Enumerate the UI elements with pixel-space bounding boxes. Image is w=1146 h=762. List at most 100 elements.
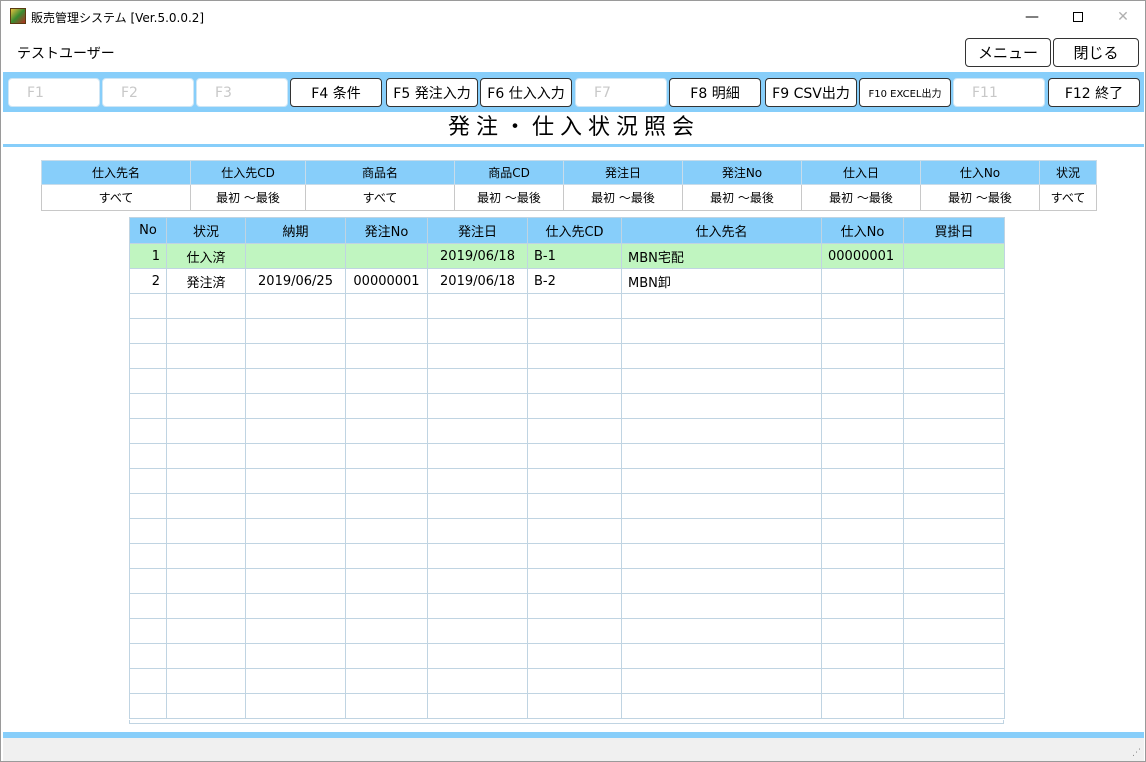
cell-due-date: [245, 243, 346, 269]
empty-row[interactable]: [129, 318, 1005, 344]
empty-cell: [245, 293, 346, 319]
f2-button[interactable]: F2: [102, 78, 194, 107]
column-header[interactable]: 仕入先CD: [527, 217, 622, 244]
empty-row[interactable]: [129, 343, 1005, 369]
empty-cell: [427, 593, 528, 619]
empty-row[interactable]: [129, 443, 1005, 469]
empty-row[interactable]: [129, 293, 1005, 319]
empty-cell: [166, 593, 246, 619]
filter-header: 仕入先CD: [190, 160, 306, 185]
column-header[interactable]: No: [129, 217, 167, 244]
f6-purchase-entry-button[interactable]: F6 仕入入力: [480, 78, 572, 107]
empty-cell: [245, 543, 346, 569]
empty-cell: [129, 343, 167, 369]
empty-cell: [527, 518, 622, 544]
column-header[interactable]: 買掛日: [903, 217, 1005, 244]
f10-excel-export-button[interactable]: F10 EXCEL出力: [859, 78, 951, 107]
filter-header: 仕入先名: [41, 160, 191, 185]
empty-cell: [427, 418, 528, 444]
f9-csv-export-button[interactable]: F9 CSV出力: [765, 78, 857, 107]
f4-conditions-button[interactable]: F4 条件: [290, 78, 382, 107]
empty-row[interactable]: [129, 693, 1005, 719]
resize-grip-icon[interactable]: ⋰: [1132, 748, 1141, 758]
empty-row[interactable]: [129, 568, 1005, 594]
empty-row[interactable]: [129, 543, 1005, 569]
column-header[interactable]: 仕入先名: [621, 217, 822, 244]
cell-due-date: 2019/06/25: [245, 268, 346, 294]
empty-cell: [129, 593, 167, 619]
empty-row[interactable]: [129, 593, 1005, 619]
empty-cell: [166, 443, 246, 469]
empty-cell: [166, 693, 246, 719]
f11-button[interactable]: F11: [953, 78, 1045, 107]
empty-cell: [129, 368, 167, 394]
empty-cell: [427, 293, 528, 319]
empty-cell: [621, 368, 822, 394]
maximize-button[interactable]: [1055, 1, 1101, 32]
column-header[interactable]: 発注日: [427, 217, 528, 244]
empty-row[interactable]: [129, 393, 1005, 419]
empty-cell: [621, 668, 822, 694]
empty-cell: [245, 318, 346, 344]
filter-header: 状況: [1039, 160, 1097, 185]
filter-value: 最初 ～最後: [801, 184, 921, 211]
f1-button[interactable]: F1: [8, 78, 100, 107]
column-header[interactable]: 納期: [245, 217, 346, 244]
maximize-icon: [1073, 11, 1083, 22]
empty-row[interactable]: [129, 518, 1005, 544]
window-title: 販売管理システム [Ver.5.0.0.2]: [31, 11, 205, 25]
grid-header-row: No 状況 納期 発注No 発注日 仕入先CD 仕入先名 仕入No 買掛日: [129, 217, 1005, 244]
empty-cell: [166, 418, 246, 444]
cell-no: 2: [129, 268, 167, 294]
empty-cell: [166, 368, 246, 394]
empty-cell: [821, 293, 904, 319]
column-header[interactable]: 発注No: [345, 217, 428, 244]
menu-button[interactable]: メニュー: [965, 38, 1051, 67]
empty-cell: [621, 418, 822, 444]
f7-button[interactable]: F7: [575, 78, 667, 107]
empty-cell: [129, 668, 167, 694]
empty-cell: [245, 443, 346, 469]
empty-cell: [166, 293, 246, 319]
empty-cell: [345, 293, 428, 319]
empty-cell: [903, 543, 1005, 569]
empty-cell: [903, 493, 1005, 519]
empty-row[interactable]: [129, 643, 1005, 669]
empty-row[interactable]: [129, 618, 1005, 644]
empty-row[interactable]: [129, 468, 1005, 494]
window-close-button[interactable]: ✕: [1100, 1, 1146, 32]
filter-value: すべて: [41, 184, 191, 211]
empty-cell: [345, 668, 428, 694]
empty-cell: [166, 318, 246, 344]
empty-row[interactable]: [129, 493, 1005, 519]
empty-row[interactable]: [129, 368, 1005, 394]
empty-cell: [527, 418, 622, 444]
close-button[interactable]: 閉じる: [1053, 38, 1139, 67]
empty-cell: [245, 618, 346, 644]
empty-row[interactable]: [129, 418, 1005, 444]
table-row[interactable]: 2 発注済 2019/06/25 00000001 2019/06/18 B-2…: [129, 268, 1005, 294]
f5-order-entry-button[interactable]: F5 発注入力: [386, 78, 478, 107]
column-header[interactable]: 仕入No: [821, 217, 904, 244]
minimize-button[interactable]: —: [1009, 1, 1055, 32]
empty-cell: [527, 543, 622, 569]
empty-cell: [129, 293, 167, 319]
filter-header: 発注No: [682, 160, 802, 185]
empty-row[interactable]: [129, 668, 1005, 694]
empty-cell: [129, 318, 167, 344]
empty-cell: [345, 418, 428, 444]
f8-details-button[interactable]: F8 明細: [669, 78, 761, 107]
empty-cell: [903, 343, 1005, 369]
empty-cell: [821, 443, 904, 469]
empty-cell: [427, 568, 528, 594]
empty-cell: [166, 343, 246, 369]
f3-button[interactable]: F3: [196, 78, 288, 107]
results-grid[interactable]: No 状況 納期 発注No 発注日 仕入先CD 仕入先名 仕入No 買掛日 1 …: [129, 217, 1005, 719]
empty-cell: [427, 493, 528, 519]
empty-cell: [903, 643, 1005, 669]
column-header[interactable]: 状況: [166, 217, 246, 244]
table-row[interactable]: 1 仕入済 2019/06/18 B-1 MBN宅配 00000001: [129, 243, 1005, 269]
f12-exit-button[interactable]: F12 終了: [1048, 78, 1140, 107]
empty-cell: [245, 368, 346, 394]
close-icon: ✕: [1117, 8, 1129, 25]
